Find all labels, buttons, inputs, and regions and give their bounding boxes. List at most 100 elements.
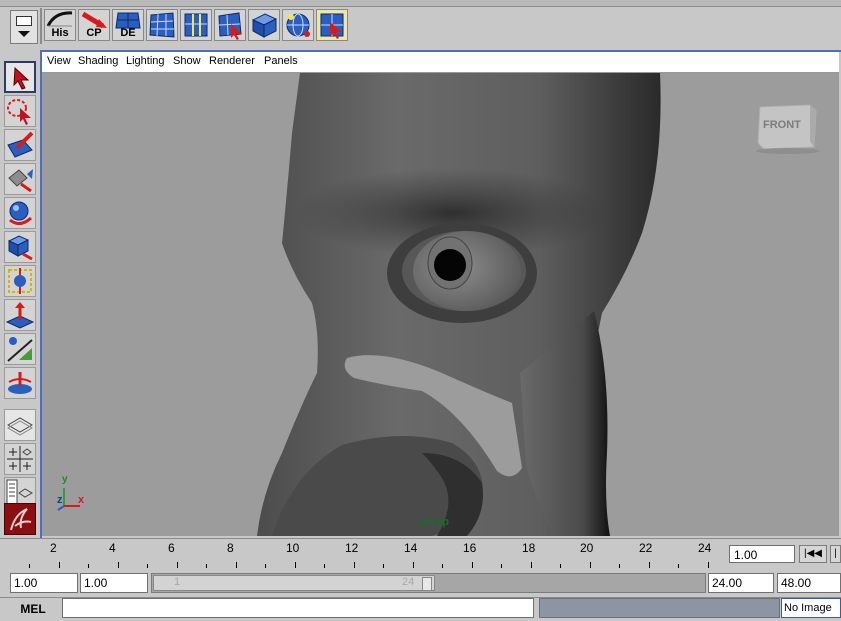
menu-panels[interactable]: Panels	[264, 55, 298, 67]
current-time-field[interactable]: 1.00	[729, 545, 795, 563]
frame-tick-label: 18	[522, 541, 536, 555]
animation-end-field[interactable]: 48.00	[777, 573, 841, 593]
maya-logo-icon	[10, 508, 32, 531]
frame-tick-label: 2	[50, 541, 57, 555]
frame-tick	[501, 564, 502, 568]
menu-shading[interactable]: Shading	[78, 55, 118, 67]
go-to-start-button[interactable]: |◀◀	[799, 545, 827, 563]
shelf-button-select-surface[interactable]	[214, 9, 246, 41]
frame-tick	[206, 564, 207, 568]
show-manipulator-tool[interactable]	[4, 333, 36, 365]
shelf-button-history[interactable]: His	[44, 9, 76, 41]
frame-tick	[353, 562, 355, 568]
frame-tick	[117, 562, 119, 568]
frame-tick-label: 4	[109, 541, 116, 555]
single-view-icon	[7, 417, 33, 436]
range-end-grip[interactable]	[422, 577, 432, 591]
time-slider-track: 2 4 6 8 10 12 14 16 18 20 22 24	[10, 540, 724, 568]
move-icon	[8, 169, 33, 193]
single-perspective-layout[interactable]	[4, 409, 36, 441]
panel-menu-bar: View Shading Lighting Show Renderer Pane…	[42, 52, 839, 73]
frame-tick-label: 22	[639, 541, 653, 555]
shelf-button-label: CP	[86, 27, 102, 39]
frame-tick	[619, 564, 620, 568]
shelf-button-select-grid[interactable]	[316, 9, 348, 41]
camera-name-label: persp	[419, 516, 449, 528]
insert-isoparm-icon	[184, 13, 208, 37]
universal-manipulator-tool[interactable]	[4, 265, 36, 297]
universal-manip-icon	[8, 268, 32, 294]
move-tool[interactable]	[4, 163, 36, 195]
help-line: No Image	[781, 598, 841, 618]
shelf-button-label: DE	[120, 27, 136, 39]
playback-end-field[interactable]: 24.00	[708, 573, 774, 593]
shelf-button-cube[interactable]	[248, 9, 280, 41]
frame-tick-label: 24	[698, 541, 712, 555]
nurbs-grid-icon	[149, 12, 175, 38]
globe-icon	[286, 13, 310, 37]
frame-tick	[678, 564, 679, 568]
frame-tick	[176, 562, 178, 568]
select-arrow-icon	[13, 66, 30, 90]
range-inner-end: 24	[402, 576, 415, 588]
last-tool-icon	[8, 372, 32, 394]
lasso-tool[interactable]	[4, 95, 36, 127]
menu-renderer[interactable]: Renderer	[209, 55, 255, 67]
axis-z-label: z	[57, 494, 63, 506]
frame-tick-label: 12	[345, 541, 359, 555]
shelf-button-insert-isoparm[interactable]	[180, 9, 212, 41]
frame-tick-label: 16	[463, 541, 477, 555]
select-tool[interactable]	[4, 61, 36, 93]
command-input[interactable]	[62, 598, 534, 618]
shelf-divider	[40, 8, 42, 44]
frame-tick	[29, 564, 30, 568]
chevron-down-icon	[18, 31, 30, 37]
shelf-tab-menu-button[interactable]	[10, 10, 38, 44]
select-surface-icon	[218, 12, 242, 40]
frame-tick	[412, 562, 414, 568]
axis-x-label: x	[78, 494, 85, 506]
paint-brush-icon	[7, 131, 34, 158]
frame-tick	[235, 562, 237, 568]
soft-modification-tool[interactable]	[4, 299, 36, 331]
frame-tick	[294, 562, 296, 568]
maya-logo	[4, 503, 36, 535]
view-cube[interactable]: FRONT	[754, 101, 824, 155]
menu-lighting[interactable]: Lighting	[126, 55, 165, 67]
frame-tick	[88, 564, 89, 568]
frame-tick	[383, 564, 384, 568]
frame-tick	[471, 562, 473, 568]
rotate-tool[interactable]	[4, 197, 36, 229]
blue-cube-icon	[251, 13, 278, 38]
menu-show[interactable]: Show	[173, 55, 201, 67]
shelf-button-cp[interactable]: CP	[78, 9, 110, 41]
four-view-layout[interactable]	[4, 443, 36, 475]
shelf-button-nurbs-grid[interactable]	[146, 9, 178, 41]
step-back-button[interactable]: |	[830, 545, 841, 563]
frame-tick	[265, 564, 266, 568]
frame-tick	[442, 564, 443, 568]
frame-tick	[707, 562, 709, 568]
playback-start-field[interactable]: 1.00	[80, 573, 148, 593]
range-slider-handle[interactable]: 1 24	[153, 575, 435, 591]
last-tool[interactable]	[4, 367, 36, 399]
step-back-icon: |	[834, 548, 837, 559]
shelf-button-globe[interactable]	[282, 9, 314, 41]
lasso-icon	[7, 99, 31, 125]
animation-start-field[interactable]: 1.00	[10, 573, 78, 593]
range-inner-start: 1	[174, 576, 181, 588]
view-cube-label: FRONT	[763, 119, 801, 131]
shelf-button-de[interactable]: DE	[112, 9, 144, 41]
frame-tick-label: 6	[168, 541, 175, 555]
frame-tick	[147, 564, 148, 568]
four-view-icon	[7, 446, 33, 472]
command-language-toggle[interactable]: MEL	[8, 600, 58, 618]
paint-select-tool[interactable]	[4, 129, 36, 161]
soft-mod-icon	[5, 302, 35, 329]
show-manip-icon	[7, 337, 33, 362]
perspective-viewport[interactable]: FRONT y z x persp	[42, 73, 839, 536]
shelf-button-label: His	[51, 27, 69, 39]
menu-view[interactable]: View	[47, 55, 71, 67]
scale-tool[interactable]	[4, 231, 36, 263]
frame-tick-label: 8	[227, 541, 234, 555]
